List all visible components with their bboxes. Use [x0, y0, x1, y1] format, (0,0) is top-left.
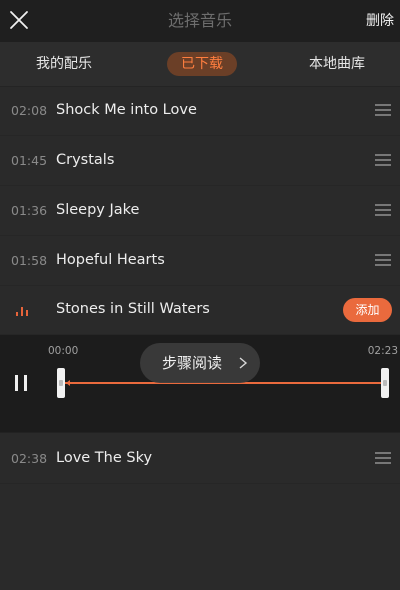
close-button[interactable]: [8, 9, 30, 31]
tab-bar: 我的配乐 已下载 本地曲库: [0, 42, 400, 87]
track-duration: 01:58: [11, 253, 48, 268]
chevron-right-icon: [239, 357, 248, 369]
track-title: Sleepy Jake: [56, 202, 140, 218]
track-row[interactable]: 01:58 Hopeful Hearts: [0, 236, 400, 286]
track-title: Stones in Still Waters: [56, 301, 210, 317]
tab-local-library[interactable]: 本地曲库: [306, 52, 368, 76]
track-duration: 01:45: [11, 153, 48, 168]
equalizer-icon: [16, 306, 32, 316]
tooltip-label: 步骤阅读: [162, 354, 223, 372]
track-row[interactable]: 01:36 Sleepy Jake: [0, 186, 400, 236]
playhead-arrow-icon: [66, 380, 70, 386]
tab-downloaded[interactable]: 已下载: [167, 52, 237, 76]
trim-player: 00:00 02:23 步骤阅读: [0, 335, 400, 432]
track-row-playing[interactable]: Stones in Still Waters 添加: [0, 285, 400, 335]
time-start: 00:00: [48, 345, 79, 357]
track-duration: 02:38: [11, 451, 48, 466]
track-duration: 02:08: [11, 103, 48, 118]
page-title: 选择音乐: [167, 11, 232, 30]
trim-end-handle[interactable]: [381, 368, 389, 398]
top-bar: 选择音乐 删除: [0, 0, 400, 42]
tab-my-soundtrack[interactable]: 我的配乐: [34, 52, 94, 76]
trim-start-handle[interactable]: [57, 368, 65, 398]
track-row[interactable]: 02:08 Shock Me into Love: [0, 86, 400, 136]
track-duration: 01:36: [11, 203, 48, 218]
delete-button[interactable]: 删除: [366, 0, 394, 42]
add-button[interactable]: 添加: [343, 298, 392, 322]
track-row[interactable]: 02:38 Love The Sky: [0, 434, 400, 484]
track-title: Hopeful Hearts: [56, 252, 165, 268]
drag-handle-icon[interactable]: [375, 104, 391, 116]
divider: [0, 432, 400, 433]
drag-handle-icon[interactable]: [375, 452, 391, 464]
drag-handle-icon[interactable]: [375, 254, 391, 266]
drag-handle-icon[interactable]: [375, 204, 391, 216]
drag-handle-icon[interactable]: [375, 154, 391, 166]
step-reading-tooltip[interactable]: 步骤阅读: [140, 343, 260, 383]
track-title: Love The Sky: [56, 450, 153, 466]
track-title: Shock Me into Love: [56, 102, 197, 118]
close-icon: [10, 11, 28, 29]
time-end: 02:23: [367, 345, 398, 357]
track-row[interactable]: 01:45 Crystals: [0, 136, 400, 186]
pause-button[interactable]: [15, 375, 29, 391]
track-title: Crystals: [56, 152, 115, 168]
